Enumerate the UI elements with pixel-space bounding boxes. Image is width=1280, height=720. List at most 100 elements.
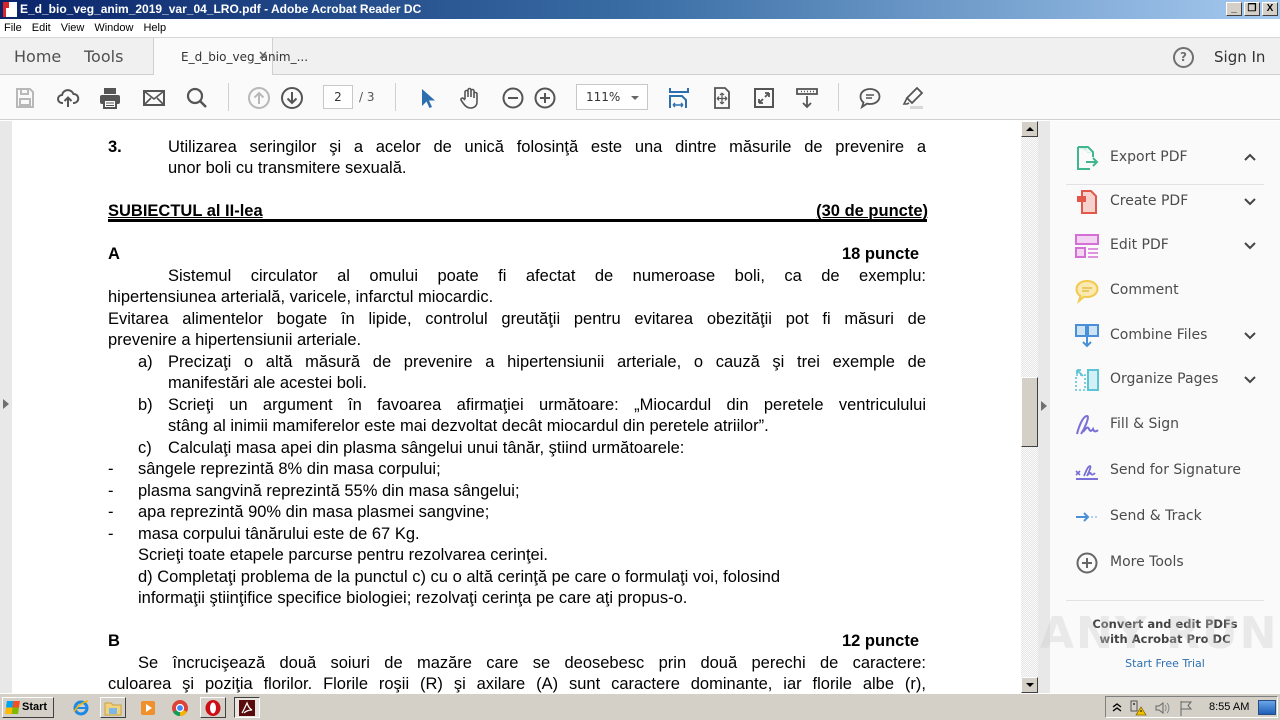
file-explorer-icon[interactable]	[100, 697, 126, 718]
bullet-mark: -	[108, 482, 114, 500]
search-icon[interactable]	[184, 85, 210, 111]
email-icon[interactable]	[141, 85, 167, 111]
tool-label: Send & Track	[1110, 508, 1202, 524]
window-controls: _ ❐ X	[1226, 2, 1278, 16]
page-up-icon[interactable]	[246, 85, 272, 111]
restore-button[interactable]: ❐	[1244, 2, 1260, 16]
tool-comment[interactable]: Comment	[1050, 270, 1280, 310]
media-player-icon[interactable]	[135, 697, 161, 718]
chevron-down-icon[interactable]	[1243, 372, 1257, 386]
item-number: 3.	[108, 138, 122, 156]
b-intro-line2: culoarea şi poziţia florilor. Florile ro…	[108, 675, 926, 693]
toolbar-separator	[228, 83, 229, 111]
menu-edit[interactable]: Edit	[32, 22, 51, 34]
chevron-down-icon[interactable]	[1243, 194, 1257, 208]
start-button[interactable]: Start	[2, 697, 54, 718]
section-b-label: B	[108, 632, 120, 650]
fit-page-icon[interactable]	[709, 85, 735, 111]
tool-label: Fill & Sign	[1110, 416, 1180, 432]
bullet-item: masa corpului tânărului este de 67 Kg.	[138, 525, 420, 543]
show-hidden-icons-icon[interactable]	[1112, 702, 1122, 712]
upload-cloud-icon[interactable]	[55, 85, 81, 111]
sign-in-link[interactable]: Sign In	[1214, 48, 1265, 66]
chrome-icon[interactable]	[167, 697, 193, 718]
subject-underline	[108, 219, 927, 222]
combine-files-icon	[1075, 324, 1099, 348]
tool-label: Send for Signature	[1110, 462, 1241, 478]
hand-icon[interactable]	[457, 85, 483, 111]
tool-create-pdf[interactable]: Create PDF	[1050, 181, 1280, 221]
volume-icon[interactable]	[1154, 700, 1172, 716]
arrow-up-icon	[1026, 127, 1034, 131]
print-icon[interactable]	[97, 85, 123, 111]
tab-tools[interactable]: Tools	[84, 47, 123, 66]
chevron-up-icon[interactable]	[1243, 150, 1257, 164]
page-total: / 3	[359, 90, 375, 104]
highlight-icon[interactable]	[900, 85, 926, 111]
nav-tabs-row: Home Tools E_d_bio_veg_anim_... × ? Sign…	[0, 37, 1280, 76]
help-icon[interactable]: ?	[1173, 47, 1194, 68]
select-cursor-icon[interactable]	[414, 85, 440, 111]
scrollbar-thumb[interactable]	[1021, 377, 1038, 447]
item-b-line1: Scrieţi un argument în favoarea afirmaţi…	[168, 396, 926, 414]
tool-fill-sign[interactable]: Fill & Sign	[1050, 404, 1280, 444]
menu-window[interactable]: Window	[94, 22, 133, 34]
expand-left-panel-icon[interactable]	[3, 399, 9, 409]
minimize-button[interactable]: _	[1226, 2, 1242, 16]
fit-width-icon[interactable]	[666, 85, 692, 111]
tool-export-pdf[interactable]: Export PDF	[1050, 137, 1280, 177]
tool-organize-pages[interactable]: Organize Pages	[1050, 359, 1280, 399]
item-d-line1: d) Completaţi problema de la punctul c) …	[138, 568, 780, 586]
scroll-up-button[interactable]	[1021, 121, 1038, 137]
tool-more-tools[interactable]: More Tools	[1050, 542, 1280, 582]
vertical-scrollbar[interactable]	[1021, 121, 1038, 693]
opera-icon[interactable]	[200, 697, 226, 718]
item-d-line2: informaţii ştiinţifice specifice biologi…	[138, 589, 688, 607]
show-desktop-icon[interactable]	[1258, 700, 1276, 715]
page-down-icon[interactable]	[279, 85, 305, 111]
close-tab-icon[interactable]: ×	[258, 48, 268, 62]
menu-view[interactable]: View	[61, 22, 85, 34]
acrobat-reader-icon[interactable]	[234, 697, 260, 718]
comment-icon[interactable]	[857, 85, 883, 111]
page-number-input[interactable]: 2	[323, 85, 353, 109]
item-a-line2: manifestări ale acestei boli.	[168, 374, 368, 392]
a-intro2-line1: Evitarea alimentelor bogate în lipide, c…	[108, 310, 926, 328]
full-screen-icon[interactable]	[751, 85, 777, 111]
menu-file[interactable]: File	[4, 22, 22, 34]
scroll-down-button[interactable]	[1021, 677, 1038, 693]
menu-help[interactable]: Help	[143, 22, 166, 34]
action-center-flag-icon[interactable]	[1178, 700, 1194, 716]
zoom-in-icon[interactable]	[532, 85, 558, 111]
zoom-level-select[interactable]: 111%	[576, 84, 648, 110]
zoom-out-icon[interactable]	[500, 85, 526, 111]
tool-combine-files[interactable]: Combine Files	[1050, 315, 1280, 355]
chevron-down-icon[interactable]	[1243, 328, 1257, 342]
window-title: E_d_bio_veg_anim_2019_var_04_LRO.pdf - A…	[20, 2, 422, 16]
more-tools-icon	[1076, 552, 1098, 574]
section-a-label: A	[108, 245, 120, 263]
tool-edit-pdf[interactable]: Edit PDF	[1050, 225, 1280, 265]
tool-label: Combine Files	[1110, 327, 1208, 343]
item-a-label: a)	[138, 353, 153, 371]
scroll-mode-icon[interactable]	[794, 85, 820, 111]
tab-document[interactable]: E_d_bio_veg_anim_... ×	[153, 38, 308, 76]
internet-explorer-icon[interactable]	[68, 697, 94, 718]
document-view[interactable]: 3. Utilizarea seringilor şi a acelor de …	[12, 121, 1021, 693]
chevron-down-icon[interactable]	[1243, 238, 1257, 252]
collapse-tools-pane-icon[interactable]	[1041, 401, 1047, 411]
item-c-label: c)	[138, 439, 152, 457]
tool-send-for-signature[interactable]: Send for Signature	[1050, 450, 1280, 490]
tool-send-track[interactable]: Send & Track	[1050, 496, 1280, 536]
item-b-line2: stâng al inimii mamiferelor este mai dez…	[168, 417, 769, 435]
network-warning-icon[interactable]	[1129, 699, 1147, 716]
left-navigation-panel	[0, 121, 12, 693]
section-b-points: 12 puncte	[841, 632, 919, 650]
save-icon[interactable]	[12, 85, 38, 111]
b-intro-line1: Se încrucişează două soiuri de mazăre ca…	[138, 654, 926, 672]
tool-label: Export PDF	[1110, 149, 1188, 165]
close-button[interactable]: X	[1262, 2, 1278, 16]
tab-home[interactable]: Home	[14, 47, 61, 66]
bullet-mark: -	[108, 503, 114, 521]
windows-logo-icon	[5, 701, 20, 714]
